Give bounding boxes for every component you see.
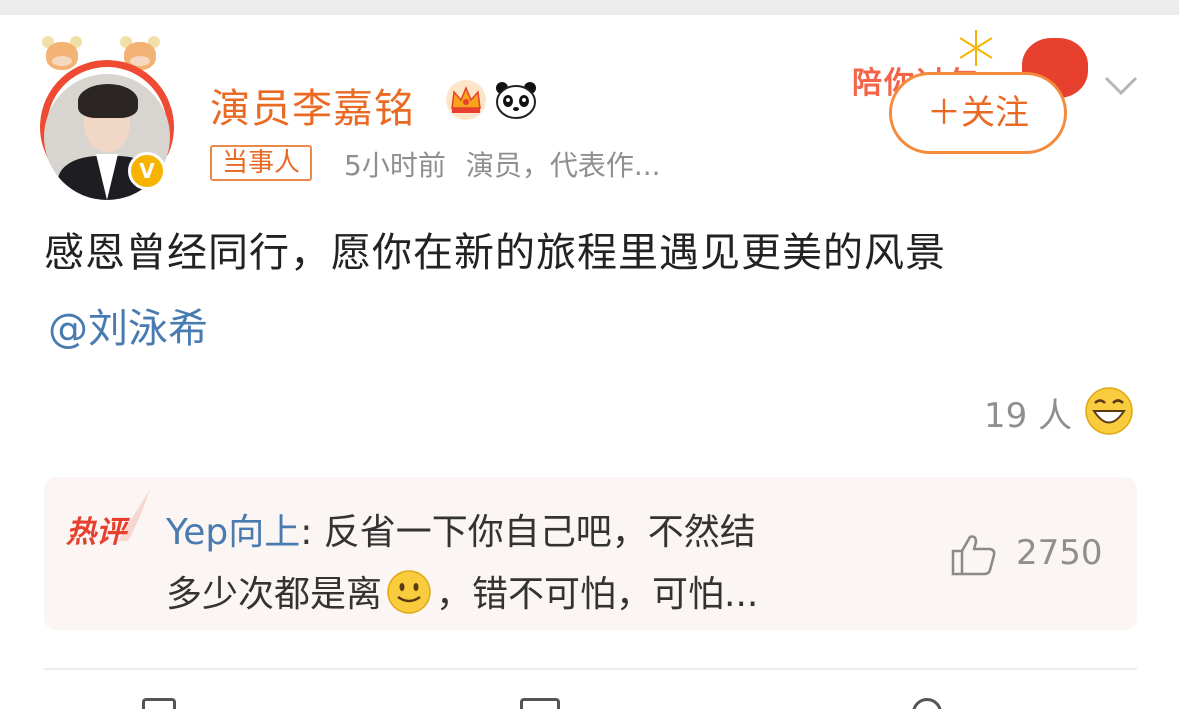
like-action-icon[interactable] xyxy=(912,698,942,709)
post-time: 5小时前 xyxy=(344,149,446,182)
verified-badge-icon: V xyxy=(128,152,166,190)
reaction-count[interactable]: 19 人 xyxy=(984,388,1072,437)
crown-icon xyxy=(446,80,486,120)
top-status-strip xyxy=(0,0,1179,15)
firework-icon xyxy=(959,30,993,66)
comment-text-2b: ，错不可怕，可怕... xyxy=(436,574,759,615)
hot-comment-card[interactable]: 热评 Yep向上: 反省一下你自己吧，不然结 多少次都是离 ，错不可怕，可怕..… xyxy=(44,477,1137,630)
panda-icon xyxy=(496,82,536,119)
comment-line-1: Yep向上: 反省一下你自己吧，不然结 xyxy=(166,503,756,555)
chevron-down-icon[interactable] xyxy=(1103,74,1139,98)
comment-line-2: 多少次都是离 ，错不可怕，可怕... xyxy=(166,565,758,617)
post-meta: 5小时前 演员，代表作... xyxy=(344,144,661,184)
author-role-tag: 当事人 xyxy=(210,145,313,181)
author-description: 演员，代表作... xyxy=(465,149,661,182)
repost-icon[interactable] xyxy=(142,698,176,709)
comment-username[interactable]: Yep向上 xyxy=(166,512,300,553)
divider xyxy=(44,668,1137,670)
mention-link[interactable]: @刘泳希 xyxy=(48,296,208,354)
comment-text-1: 反省一下你自己吧，不然结 xyxy=(323,512,756,553)
author-name[interactable]: 演员李嘉铭 xyxy=(210,76,415,134)
action-bar-partial xyxy=(0,690,1179,709)
comment-like-count[interactable]: 2750 xyxy=(1016,533,1103,573)
smile-emoji-icon xyxy=(387,570,431,614)
thumbs-up-icon[interactable] xyxy=(950,531,998,577)
comment-separator: : xyxy=(300,512,324,553)
hot-comment-badge: 热评 xyxy=(66,515,126,550)
post-text: 感恩曾经同行，愿你在新的旅程里遇见更美的风景 xyxy=(44,230,946,276)
grin-emoji-icon[interactable] xyxy=(1084,386,1134,436)
comment-text-2a: 多少次都是离 xyxy=(166,574,383,615)
comment-icon[interactable] xyxy=(520,698,560,709)
follow-button[interactable]: ＋关注 xyxy=(889,72,1067,154)
